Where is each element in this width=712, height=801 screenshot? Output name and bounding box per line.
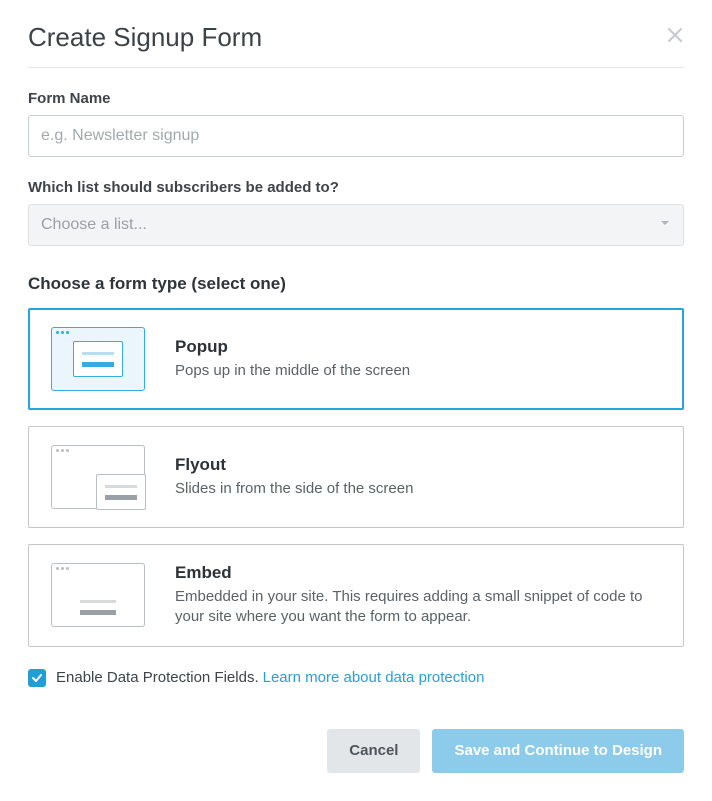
save-continue-button[interactable]: Save and Continue to Design — [432, 729, 684, 773]
dialog-header: Create Signup Form — [28, 22, 684, 68]
popup-thumbnail-icon — [51, 327, 145, 391]
form-type-title: Flyout — [175, 455, 413, 475]
form-name-label: Form Name — [28, 90, 684, 107]
check-icon — [31, 672, 43, 684]
dialog-title: Create Signup Form — [28, 22, 262, 53]
chevron-down-icon — [659, 216, 671, 234]
form-type-option-embed[interactable]: Embed Embedded in your site. This requir… — [28, 544, 684, 647]
flyout-thumbnail-icon — [51, 445, 145, 509]
close-icon[interactable] — [666, 26, 684, 49]
data-protection-checkbox[interactable] — [28, 669, 46, 687]
list-select-placeholder: Choose a list... — [41, 216, 147, 234]
form-type-option-flyout[interactable]: Flyout Slides in from the side of the sc… — [28, 426, 684, 528]
form-name-input[interactable] — [28, 115, 684, 157]
list-select-label: Which list should subscribers be added t… — [28, 179, 684, 196]
form-type-title: Embed — [175, 563, 661, 583]
list-select-group: Which list should subscribers be added t… — [28, 179, 684, 246]
form-type-description: Slides in from the side of the screen — [175, 479, 413, 499]
embed-thumbnail-icon — [51, 563, 145, 627]
cancel-button[interactable]: Cancel — [327, 729, 420, 773]
form-type-section-title: Choose a form type (select one) — [28, 274, 684, 294]
form-name-group: Form Name — [28, 90, 684, 157]
list-select[interactable]: Choose a list... — [28, 204, 684, 246]
form-type-description: Pops up in the middle of the screen — [175, 361, 410, 381]
form-type-option-popup[interactable]: Popup Pops up in the middle of the scree… — [28, 308, 684, 410]
data-protection-learn-more-link[interactable]: Learn more about data protection — [263, 669, 485, 686]
form-type-title: Popup — [175, 337, 410, 357]
data-protection-row: Enable Data Protection Fields. Learn mor… — [28, 669, 684, 687]
form-type-description: Embedded in your site. This requires add… — [175, 587, 661, 628]
create-signup-form-dialog: Create Signup Form Form Name Which list … — [0, 0, 712, 801]
dialog-footer: Cancel Save and Continue to Design — [28, 729, 684, 773]
data-protection-label: Enable Data Protection Fields. — [56, 669, 259, 686]
